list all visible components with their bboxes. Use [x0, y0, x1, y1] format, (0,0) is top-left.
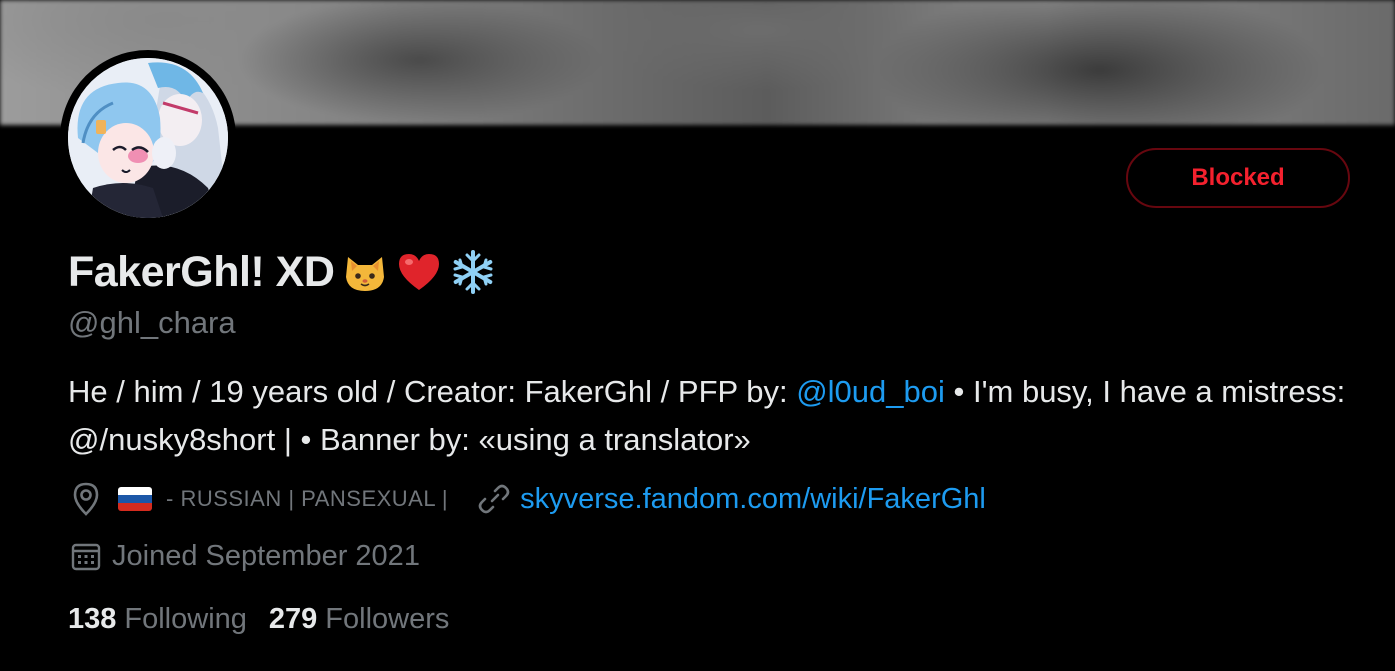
- user-handle: @ghl_chara: [68, 305, 236, 340]
- display-name: FakerGhl! XD: [68, 244, 496, 300]
- location-text: - RUSSIAN | PANSEXUAL |: [166, 486, 449, 511]
- profile-meta-row: - RUSSIAN | PANSEXUAL | skyverse.fandom.…: [68, 475, 986, 523]
- avatar-frame: [60, 50, 236, 226]
- joined-row: Joined September 2021: [68, 532, 420, 580]
- followers-label: Followers: [325, 602, 450, 635]
- russia-flag-icon: [118, 487, 152, 511]
- profile-page: Blocked FakerGhl! XD @ghl_chara He / him…: [0, 0, 1395, 671]
- cat-face-emoji-icon: [342, 249, 388, 295]
- profile-bio: He / him / 19 years old / Creator: Faker…: [68, 368, 1358, 464]
- following-link[interactable]: 138 Following: [68, 603, 247, 636]
- blocked-button[interactable]: Blocked: [1126, 148, 1350, 208]
- avatar[interactable]: [68, 58, 228, 218]
- follow-stats: 138 Following 279 Followers: [68, 597, 449, 641]
- following-label: Following: [124, 602, 247, 635]
- followers-count: 279: [268, 602, 318, 635]
- calendar-icon: [68, 538, 104, 574]
- following-count: 138: [68, 602, 117, 635]
- followers-link[interactable]: 279 Followers: [269, 603, 449, 636]
- red-heart-emoji-icon: [396, 249, 442, 295]
- link-icon: [476, 481, 512, 517]
- snowflake-emoji-icon: [450, 249, 496, 295]
- display-name-text: FakerGhl! XD: [68, 247, 335, 296]
- bio-mention-link[interactable]: @l0ud_boi: [796, 374, 945, 409]
- website-link[interactable]: skyverse.fandom.com/wiki/FakerGhl: [520, 483, 986, 516]
- joined-date: Joined September 2021: [112, 539, 420, 572]
- bio-text-start: He / him / 19 years old / Creator: Faker…: [68, 374, 797, 409]
- location-pin-icon: [68, 481, 104, 517]
